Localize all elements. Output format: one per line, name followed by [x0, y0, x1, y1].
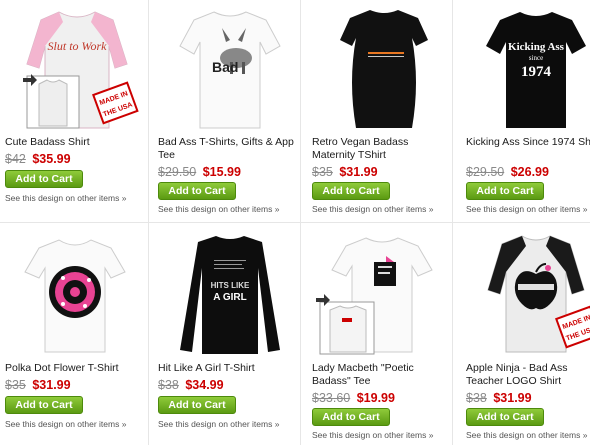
product-title[interactable]: Polka Dot Flower T-Shirt	[5, 362, 145, 375]
product-image[interactable]: Kicking Ass since 1974	[466, 2, 590, 132]
product-title[interactable]: Kicking Ass Since 1974 Shirt	[466, 136, 590, 149]
sale-price: $15.99	[202, 165, 241, 179]
product-title[interactable]: Apple Ninja - Bad Ass Teacher LOGO Shirt	[466, 362, 590, 388]
see-design-link[interactable]: See this design on other items »	[466, 430, 587, 440]
sale-price: $19.99	[356, 391, 395, 405]
price-row: $42 $35.99	[5, 152, 71, 166]
product-title[interactable]: Cute Badass Shirt	[5, 136, 145, 149]
product-card: Kicking Ass since 1974 Kicking Ass Since…	[466, 2, 590, 222]
add-to-cart-button[interactable]: Add to Cart	[158, 396, 236, 414]
original-price: $38	[158, 378, 179, 392]
product-image[interactable]	[312, 228, 455, 358]
sale-price: $31.99	[32, 378, 71, 392]
product-title[interactable]: Hit Like A Girl T-Shirt	[158, 362, 298, 375]
original-price: $33.60	[312, 391, 351, 405]
product-card: Retro Vegan Badass Maternity TShirt $35 …	[312, 2, 455, 222]
product-image[interactable]: Bad	[158, 2, 301, 132]
product-image[interactable]: MADE IN THE USA	[466, 228, 590, 358]
product-card: Lady Macbeth "Poetic Badass" Tee $33.60 …	[312, 228, 455, 448]
svg-text:Kicking Ass: Kicking Ass	[508, 41, 565, 53]
add-to-cart-button[interactable]: Add to Cart	[312, 408, 390, 426]
sale-price: $35.99	[32, 152, 71, 166]
price-row: $38 $34.99	[158, 378, 224, 392]
see-design-link[interactable]: See this design on other items »	[466, 204, 587, 214]
product-image[interactable]	[5, 228, 148, 358]
svg-text:since: since	[529, 54, 543, 62]
product-card: Slut to Work MADE IN THE USA Cute Badass…	[5, 2, 148, 222]
sale-price: $31.99	[493, 391, 532, 405]
price-row: $38 $31.99	[466, 391, 532, 405]
original-price: $42	[5, 152, 26, 166]
original-price: $35	[5, 378, 26, 392]
see-design-link[interactable]: See this design on other items »	[312, 430, 433, 440]
svg-text:HITS LIKE: HITS LIKE	[211, 281, 250, 290]
see-design-link[interactable]: See this design on other items »	[5, 193, 126, 203]
product-title[interactable]: Bad Ass T-Shirts, Gifts & App Tee	[158, 136, 298, 162]
product-card: Polka Dot Flower T-Shirt $35 $31.99 Add …	[5, 228, 148, 448]
price-row: $29.50 $15.99	[158, 165, 241, 179]
original-price: $35	[312, 165, 333, 179]
sale-price: $31.99	[339, 165, 378, 179]
product-image[interactable]	[312, 2, 455, 132]
see-design-link[interactable]: See this design on other items »	[158, 204, 279, 214]
add-to-cart-button[interactable]: Add to Cart	[5, 396, 83, 414]
add-to-cart-button[interactable]: Add to Cart	[312, 182, 390, 200]
add-to-cart-button[interactable]: Add to Cart	[466, 408, 544, 426]
original-price: $38	[466, 391, 487, 405]
price-row: $35 $31.99	[312, 165, 378, 179]
svg-text:Slut to Work: Slut to Work	[48, 39, 108, 53]
product-grid: Slut to Work MADE IN THE USA Cute Badass…	[0, 0, 590, 445]
original-price: $29.50	[466, 165, 505, 179]
product-card: Bad Bad Ass T-Shirts, Gifts & App Tee $2…	[158, 2, 301, 222]
svg-text:Bad: Bad	[212, 59, 238, 75]
original-price: $29.50	[158, 165, 197, 179]
see-design-link[interactable]: See this design on other items »	[312, 204, 433, 214]
product-card: HITS LIKE A GIRL Hit Like A Girl T-Shirt…	[158, 228, 301, 448]
product-image[interactable]: HITS LIKE A GIRL	[158, 228, 301, 358]
add-to-cart-button[interactable]: Add to Cart	[5, 170, 83, 188]
see-design-link[interactable]: See this design on other items »	[5, 419, 126, 429]
add-to-cart-button[interactable]: Add to Cart	[466, 182, 544, 200]
sale-price: $26.99	[510, 165, 549, 179]
svg-text:1974: 1974	[521, 64, 552, 80]
price-row: $29.50 $26.99	[466, 165, 549, 179]
product-title[interactable]: Lady Macbeth "Poetic Badass" Tee	[312, 362, 452, 388]
flower-graphic	[49, 266, 101, 318]
price-row: $33.60 $19.99	[312, 391, 395, 405]
product-card: MADE IN THE USA Apple Ninja - Bad Ass Te…	[466, 228, 590, 448]
svg-text:A GIRL: A GIRL	[213, 292, 247, 303]
product-image[interactable]: Slut to Work MADE IN THE USA	[5, 2, 148, 132]
sale-price: $34.99	[185, 378, 224, 392]
product-title[interactable]: Retro Vegan Badass Maternity TShirt	[312, 136, 452, 162]
price-row: $35 $31.99	[5, 378, 71, 392]
row-divider	[0, 222, 590, 223]
see-design-link[interactable]: See this design on other items »	[158, 419, 279, 429]
add-to-cart-button[interactable]: Add to Cart	[158, 182, 236, 200]
